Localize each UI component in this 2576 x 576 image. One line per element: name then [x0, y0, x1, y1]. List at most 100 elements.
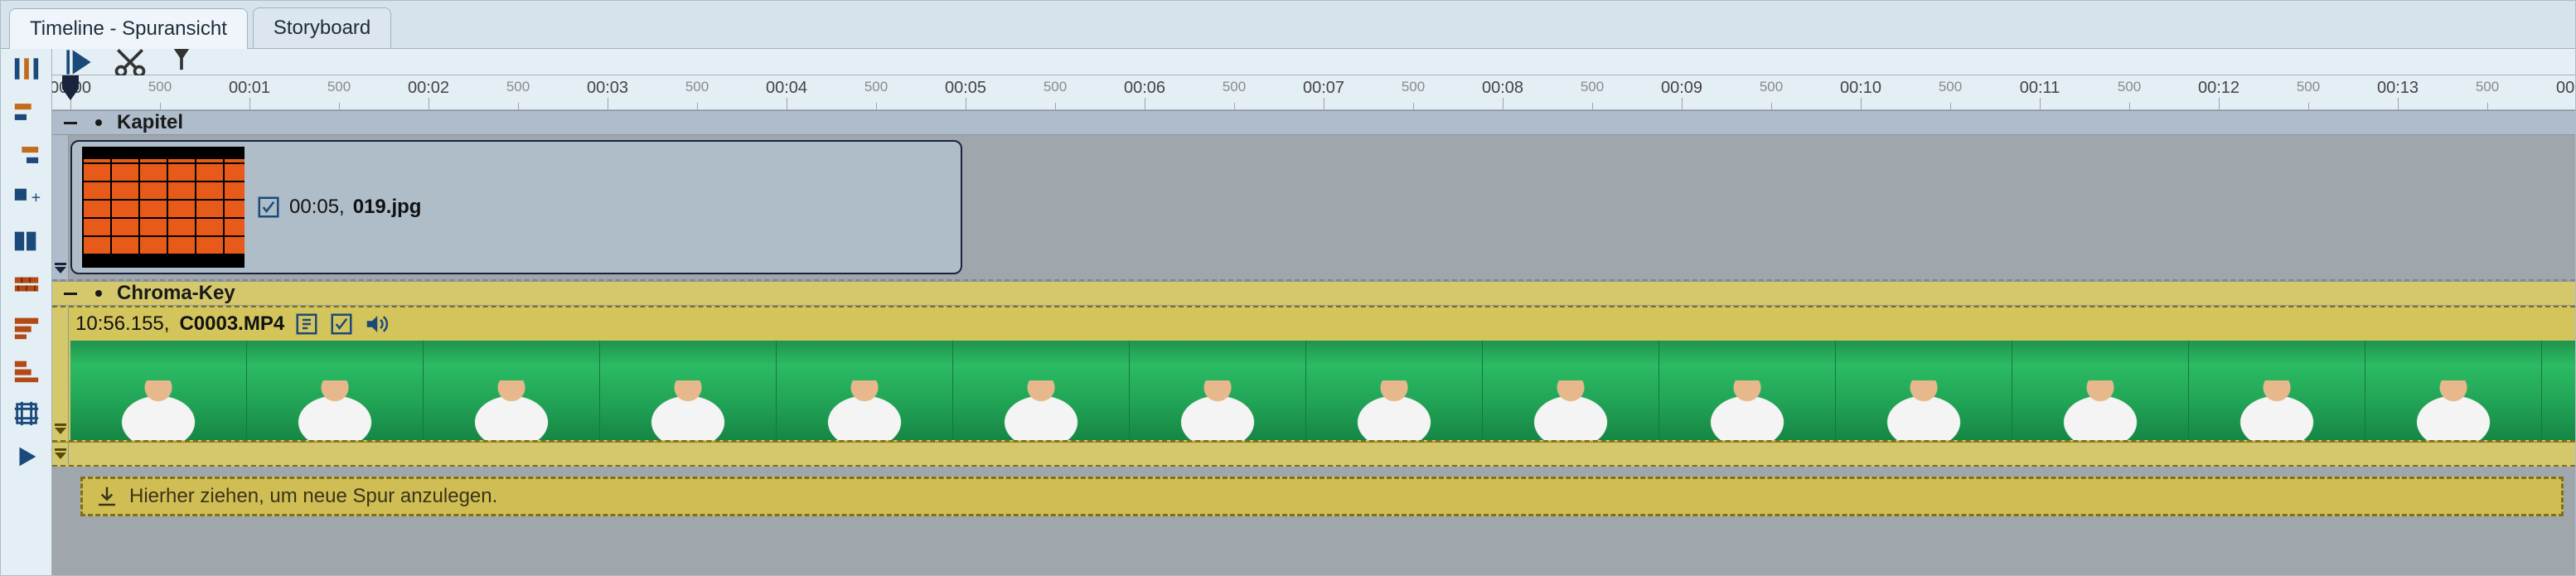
track-gutter — [52, 443, 69, 465]
track-body-chroma[interactable]: 10:56.155, C0003.MP4 — [52, 306, 2575, 442]
ruler-label: 00:08 — [1482, 79, 1523, 98]
sidebar: + — [1, 49, 52, 575]
new-track-dropzone[interactable]: Hierher ziehen, um neue Spur anzulegen. — [80, 477, 2564, 516]
ruler-midlabel: 500 — [1581, 79, 1604, 95]
ruler-midlabel: 500 — [506, 79, 530, 95]
playhead[interactable] — [62, 75, 79, 100]
insert-right-icon[interactable] — [8, 225, 45, 258]
effect-icon[interactable] — [256, 195, 281, 220]
video-frame — [2012, 341, 2189, 440]
crop-icon[interactable] — [8, 397, 45, 430]
clip-filename: 019.jpg — [353, 196, 422, 219]
clip-info: 00:05, 019.jpg — [256, 195, 421, 220]
track-body-kapitel[interactable]: 00:05, 019.jpg — [52, 135, 2575, 281]
track-header-chroma: Chroma-Key — [52, 281, 2575, 306]
video-frame — [2189, 341, 2365, 440]
video-frame — [70, 341, 247, 440]
ruler-midlabel: 500 — [1223, 79, 1246, 95]
bullet-icon[interactable] — [89, 113, 109, 133]
insert-left-icon[interactable]: + — [8, 182, 45, 215]
cut-icon[interactable] — [112, 51, 148, 74]
dropzone-text: Hierher ziehen, um neue Spur anzulegen. — [129, 485, 497, 508]
clip-info: 10:56.155, C0003.MP4 — [70, 307, 2575, 341]
video-frame — [1130, 341, 1306, 440]
effect-icon[interactable] — [329, 312, 354, 336]
marker-icon[interactable] — [163, 51, 200, 74]
tab-timeline[interactable]: Timeline - Spuransicht — [9, 8, 248, 49]
gutter-marker-icon[interactable] — [53, 443, 68, 462]
main-area: + 00:0050000:0150000:0250000:0350000:045… — [1, 49, 2575, 575]
download-icon — [94, 484, 119, 509]
svg-text:+: + — [31, 189, 40, 207]
video-frame — [953, 341, 1130, 440]
video-frame — [247, 341, 424, 440]
ruler-midlabel: 500 — [148, 79, 172, 95]
ruler-label: 00:04 — [766, 79, 807, 98]
track-audio-mini[interactable] — [52, 442, 2575, 467]
video-frame — [777, 341, 953, 440]
collapse-icon[interactable] — [61, 113, 80, 133]
ruler-label: 00:11 — [2020, 79, 2060, 98]
ruler-midlabel: 500 — [2118, 79, 2141, 95]
ruler-midlabel: 500 — [2476, 79, 2499, 95]
ruler-midlabel: 500 — [1043, 79, 1067, 95]
clip-toolbar — [52, 49, 2575, 75]
clip-kapitel[interactable]: 00:05, 019.jpg — [70, 140, 962, 274]
ruler-label: 00:02 — [408, 79, 449, 98]
clip-settings-icon[interactable] — [294, 312, 319, 336]
align-left-icon[interactable] — [8, 95, 45, 128]
video-frame — [1836, 341, 2012, 440]
ruler-label: 00:09 — [1661, 79, 1702, 98]
track-name: Kapitel — [117, 111, 183, 134]
ruler-label: 00:06 — [1124, 79, 1165, 98]
ruler-label: 00:12 — [2198, 79, 2239, 98]
ruler-midlabel: 500 — [685, 79, 709, 95]
ruler-midlabel: 500 — [1402, 79, 1425, 95]
ruler-label: 00:07 — [1303, 79, 1344, 98]
gutter-marker-icon[interactable] — [53, 419, 68, 437]
ruler-label: 00:10 — [1840, 79, 1881, 98]
ruler-label: 00:05 — [945, 79, 986, 98]
bars-b-icon[interactable] — [8, 354, 45, 387]
clip-duration: 10:56.155, — [75, 312, 169, 336]
ruler-midlabel: 500 — [864, 79, 888, 95]
align-right-icon[interactable] — [8, 138, 45, 172]
clip-chroma[interactable]: 10:56.155, C0003.MP4 — [70, 307, 2575, 440]
ruler-label: 00:13 — [2377, 79, 2419, 98]
timeline-panel: Timeline - Spuransicht Storyboard + — [0, 0, 2576, 576]
playhead-start-icon[interactable] — [61, 51, 97, 74]
tracks-content: 00:0050000:0150000:0250000:0350000:04500… — [52, 49, 2575, 575]
ruler-midlabel: 500 — [1760, 79, 1783, 95]
ruler-label: 00:01 — [229, 79, 270, 98]
video-frame — [2542, 341, 2575, 440]
audio-icon[interactable] — [364, 312, 389, 336]
play-icon[interactable] — [8, 440, 45, 473]
gutter-marker-icon[interactable] — [53, 258, 68, 276]
video-frame — [1659, 341, 1836, 440]
brick-icon[interactable] — [8, 268, 45, 301]
video-frame — [1306, 341, 1483, 440]
ruler-midlabel: 500 — [2297, 79, 2320, 95]
bullet-icon[interactable] — [89, 283, 109, 303]
clip-duration: 00:05, — [289, 196, 345, 219]
clip-thumbnail — [82, 147, 245, 268]
brick-thumb — [82, 159, 245, 256]
bars-a-icon[interactable] — [8, 311, 45, 344]
track-gutter — [52, 135, 69, 279]
clip-filename: C0003.MP4 — [179, 312, 284, 336]
collapse-icon[interactable] — [61, 283, 80, 303]
video-frame — [2365, 341, 2542, 440]
clip-frames — [70, 341, 2575, 440]
toggle-tracks-icon[interactable] — [8, 52, 45, 85]
ruler-midlabel: 500 — [1939, 79, 1962, 95]
ruler-midlabel: 500 — [327, 79, 351, 95]
track-name: Chroma-Key — [117, 282, 235, 305]
ruler-label: 00:03 — [587, 79, 628, 98]
tabbar: Timeline - Spuransicht Storyboard — [1, 1, 2575, 49]
tab-storyboard[interactable]: Storyboard — [253, 7, 391, 48]
track-header-kapitel: Kapitel — [52, 110, 2575, 135]
video-frame — [1483, 341, 1659, 440]
track-gutter — [52, 307, 69, 440]
video-frame — [600, 341, 777, 440]
time-ruler[interactable]: 00:0050000:0150000:0250000:0350000:04500… — [52, 75, 2575, 110]
